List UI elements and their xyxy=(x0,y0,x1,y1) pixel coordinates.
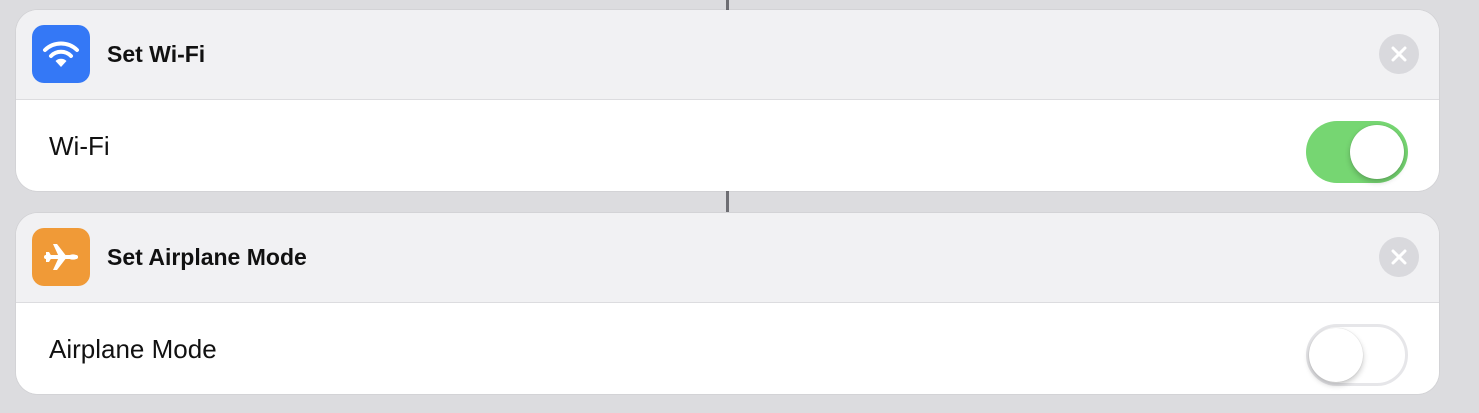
action-header: Set Airplane Mode xyxy=(16,213,1439,303)
flow-connector-middle xyxy=(726,191,729,212)
setting-row: Wi-Fi xyxy=(16,100,1439,191)
airplane-mode-toggle[interactable] xyxy=(1306,324,1408,386)
setting-label: Wi-Fi xyxy=(49,131,110,161)
wifi-toggle[interactable] xyxy=(1306,121,1408,183)
action-header: Set Wi-Fi xyxy=(16,10,1439,100)
toggle-knob xyxy=(1309,328,1363,382)
airplane-icon xyxy=(32,228,90,286)
flow-connector-top xyxy=(726,0,729,10)
close-icon xyxy=(1391,249,1407,265)
setting-label: Airplane Mode xyxy=(49,334,217,364)
action-card-set-wifi[interactable]: Set Wi-Fi Wi-Fi xyxy=(16,10,1439,191)
action-title: Set Airplane Mode xyxy=(107,244,307,270)
remove-action-button[interactable] xyxy=(1379,34,1419,74)
wifi-icon xyxy=(32,25,90,83)
action-card-set-airplane-mode[interactable]: Set Airplane Mode Airplane Mode xyxy=(16,213,1439,394)
close-icon xyxy=(1391,46,1407,62)
remove-action-button[interactable] xyxy=(1379,237,1419,277)
setting-row: Airplane Mode xyxy=(16,303,1439,394)
action-title: Set Wi-Fi xyxy=(107,41,206,67)
toggle-knob xyxy=(1350,125,1404,179)
